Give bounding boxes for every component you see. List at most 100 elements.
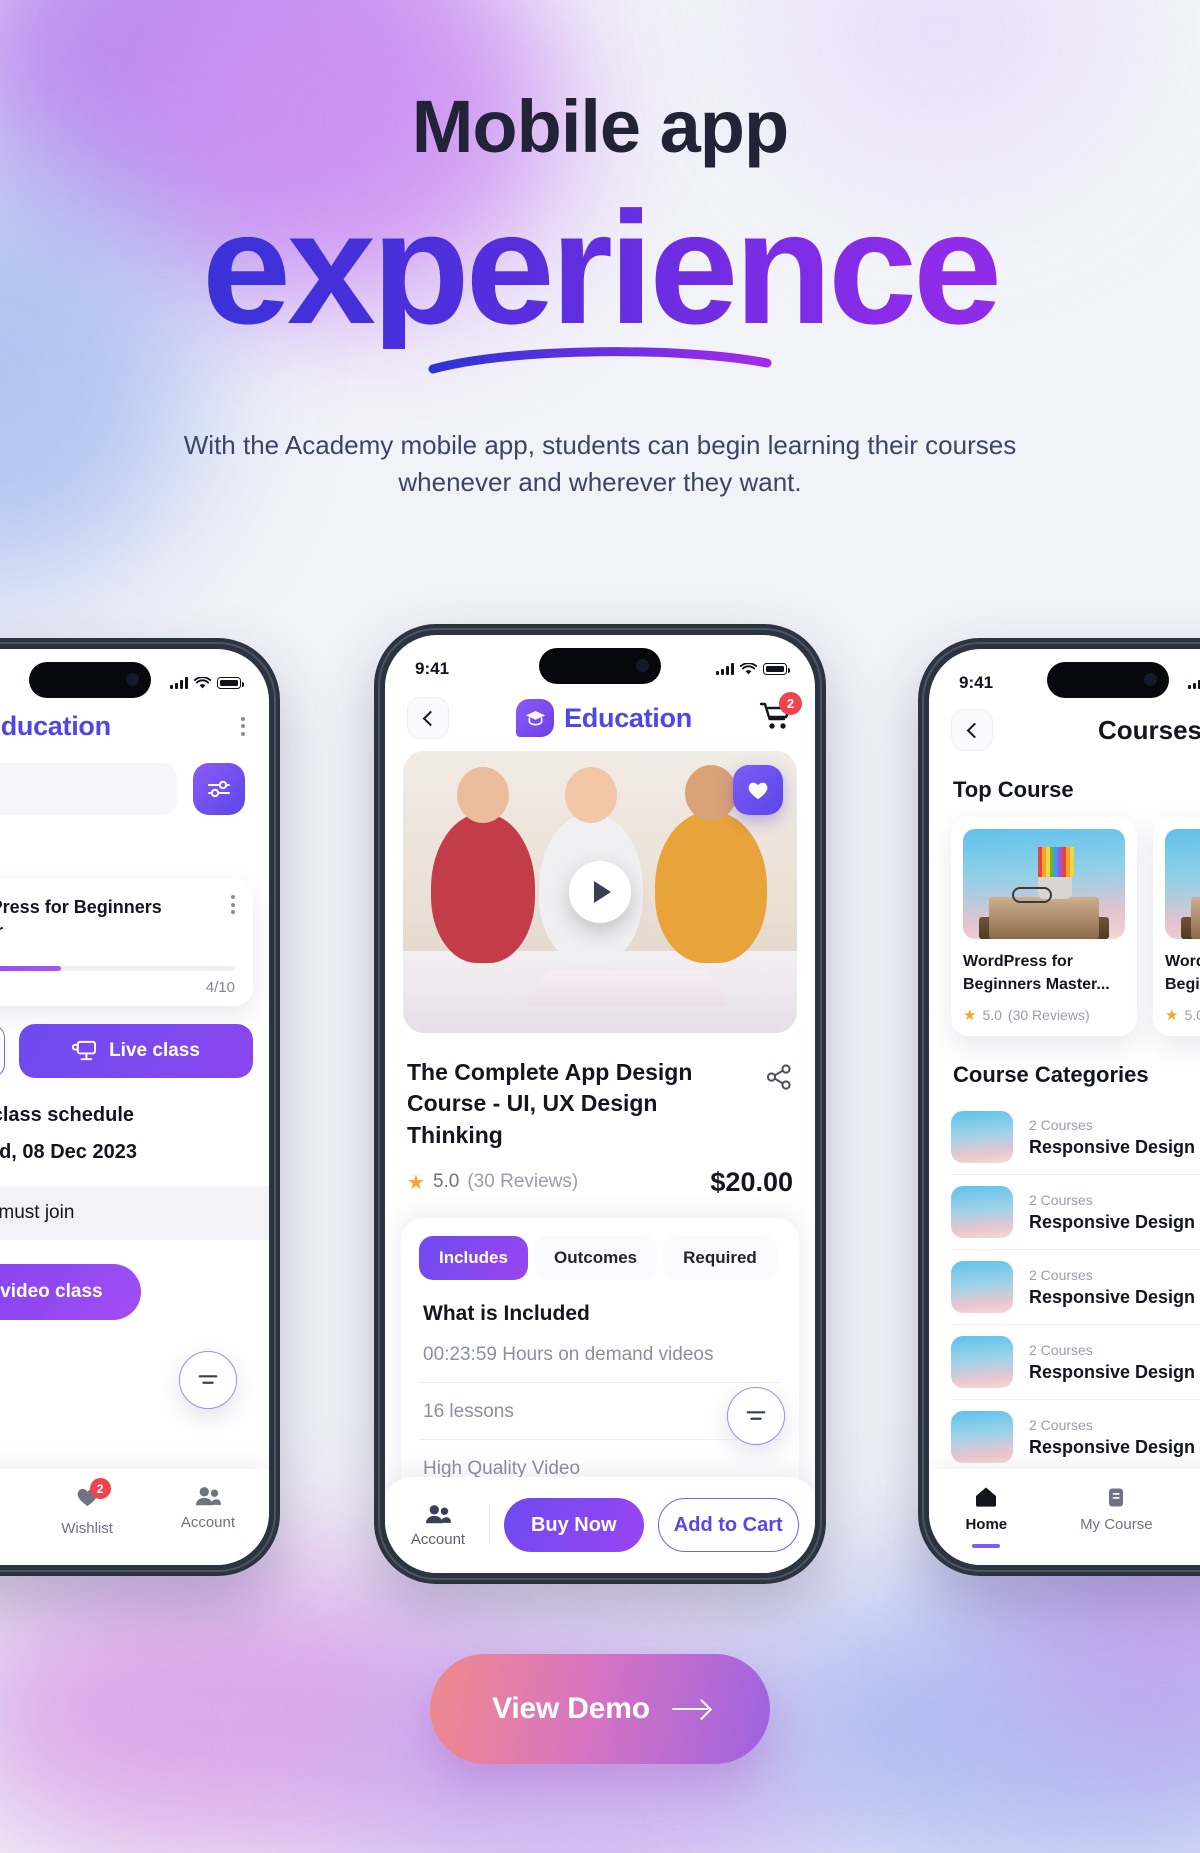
brand-name-center: Education xyxy=(564,702,692,733)
nav-label: Home xyxy=(965,1516,1008,1533)
left-app-header: Education xyxy=(0,703,269,745)
more-vertical-icon[interactable] xyxy=(231,895,235,944)
sliders-icon[interactable] xyxy=(193,763,245,815)
course-meta-row: ★ 5.0 (30 Reviews) $20.00 xyxy=(385,1151,815,1198)
page-title: Courses xyxy=(1097,714,1200,745)
course-rating: ★ 5.0 (30 Reviews) xyxy=(407,1170,578,1195)
course-price: $20.00 xyxy=(710,1166,793,1197)
brand-logo-left: Education xyxy=(0,707,111,745)
progress-bar xyxy=(0,965,235,971)
battery-icon xyxy=(217,677,244,689)
live-class-label: Live class xyxy=(109,1039,200,1061)
sidebar-item-my-course[interactable]: My Course xyxy=(1080,1485,1153,1533)
dynamic-island xyxy=(1047,662,1169,698)
signal-bars-icon xyxy=(716,663,734,675)
add-to-cart-button[interactable]: Add to Cart xyxy=(657,1498,799,1552)
phone-left-screen: 9:41 Education xyxy=(0,649,269,1565)
phone-mockups: 9:41 Education xyxy=(0,624,1200,1584)
tab-outcomes[interactable]: Outcomes xyxy=(533,1235,658,1280)
list-item[interactable]: 2 Courses Responsive Design xyxy=(951,1175,1200,1251)
hero-title-line1: Mobile app xyxy=(411,85,789,168)
search-input[interactable] xyxy=(0,763,177,815)
course-card-title: WordPress for Beginners Master... xyxy=(963,953,1110,993)
panel-title: What is Included xyxy=(423,1301,590,1325)
tab-includes[interactable]: Includes xyxy=(419,1235,528,1280)
progress-label: 4/10 xyxy=(205,978,235,996)
course-thumbnail xyxy=(963,829,1125,939)
chevron-left-icon xyxy=(422,710,438,726)
cart-button[interactable]: 2 xyxy=(759,691,802,736)
top-course-list: WordPress for Beginners Master... ★ 5.0 … xyxy=(929,803,1200,1037)
live-class-button[interactable]: Live class xyxy=(19,1023,253,1078)
phone-right-screen: 9:41 Courses Top Course WordPress for Be… xyxy=(929,649,1200,1565)
sidebar-item-wishlist[interactable]: 2 Wishlist xyxy=(61,1478,113,1537)
brand-name-left: Education xyxy=(0,710,111,741)
play-icon[interactable] xyxy=(569,861,631,923)
list-item[interactable]: 2 Courses Responsive Design xyxy=(951,1250,1200,1326)
course-card[interactable]: WordPress for Beginners Master... ★ 5.0 … xyxy=(1153,817,1200,1037)
reviews-count: (30 Reviews) xyxy=(467,1171,579,1193)
reviews-count: (30 Reviews) xyxy=(1007,1007,1090,1024)
status-time: 9:41 xyxy=(415,659,450,678)
users-icon xyxy=(195,1487,221,1506)
person-1 xyxy=(431,767,535,963)
signal-bars-icon xyxy=(170,677,188,689)
list-item[interactable]: 2 Courses Responsive Design xyxy=(951,1325,1200,1401)
sidebar-item-account[interactable]: Account xyxy=(181,1485,235,1531)
star-icon: ★ xyxy=(963,1007,977,1025)
category-count: 2 Courses xyxy=(1029,1266,1093,1283)
hero-title-line2: experience xyxy=(0,186,1200,349)
view-demo-button[interactable]: View Demo xyxy=(430,1654,770,1764)
top-course-title: Top Course xyxy=(953,777,1074,802)
category-thumbnail xyxy=(951,1411,1013,1464)
left-course-card[interactable]: WordPress for Beginners Master 4/10 xyxy=(0,879,253,1006)
more-vertical-icon[interactable] xyxy=(241,716,245,736)
nav-label: Wishlist xyxy=(61,1520,113,1537)
users-icon xyxy=(425,1504,451,1523)
phone-left: 9:41 Education xyxy=(0,638,280,1576)
category-thumbnail xyxy=(951,1336,1013,1389)
center-bottom-bar: Account Buy Now Add to Cart xyxy=(385,1477,815,1573)
account-button[interactable]: Account xyxy=(401,1503,475,1548)
course-tabs: Includes Outcomes Required xyxy=(419,1235,781,1280)
course-card-rating: ★ 5.0 (30 Reviews) xyxy=(963,1006,1125,1024)
left-search-row xyxy=(0,745,269,815)
course-hero-media[interactable] xyxy=(403,751,797,1033)
dynamic-island xyxy=(539,648,661,684)
rating-value: 5.0 xyxy=(1184,1007,1200,1024)
course-card[interactable]: WordPress for Beginners Master... ★ 5.0 … xyxy=(951,817,1137,1037)
buy-now-button[interactable]: Buy Now xyxy=(504,1498,644,1552)
secondary-button[interactable] xyxy=(0,1023,5,1078)
course-card-title: WordPress for Beginners Master... xyxy=(1165,953,1200,993)
filter-icon[interactable] xyxy=(179,1351,237,1409)
course-card-rating: ★ 5.0 (30 Reviews) xyxy=(1165,1006,1200,1024)
tab-required[interactable]: Required xyxy=(663,1235,777,1280)
schedule-time: M - Wed, 08 Dec 2023 xyxy=(0,1140,137,1163)
category-name: Responsive Design xyxy=(1029,1286,1196,1307)
join-live-video-class-button[interactable]: oin live video class xyxy=(0,1263,141,1320)
category-count: 2 Courses xyxy=(1029,1341,1093,1358)
wifi-icon xyxy=(740,662,757,674)
course-title: The Complete App Design Course - UI, UX … xyxy=(407,1059,693,1148)
share-icon[interactable] xyxy=(765,1063,793,1091)
brand-logo-center: Education xyxy=(516,699,692,737)
heart-icon[interactable] xyxy=(733,765,783,815)
sidebar-item-home[interactable]: Home xyxy=(965,1485,1007,1548)
panel-item: 00:23:59 Hours on demand videos xyxy=(419,1326,781,1383)
category-thumbnail xyxy=(951,1261,1013,1314)
schedule-title: n live class schedule xyxy=(0,1103,134,1126)
filter-icon[interactable] xyxy=(727,1387,785,1445)
category-name: Responsive Design xyxy=(1029,1436,1196,1457)
list-item[interactable]: 2 Courses Responsive Design xyxy=(951,1100,1200,1176)
back-button[interactable] xyxy=(951,709,993,751)
back-button[interactable] xyxy=(407,697,449,739)
left-section-title: e xyxy=(0,815,269,865)
active-indicator xyxy=(972,1544,1001,1548)
list-item[interactable]: 2 Courses Responsive Design xyxy=(951,1400,1200,1474)
course-detail-panel: Includes Outcomes Required What is Inclu… xyxy=(401,1217,799,1496)
category-name: Responsive Design xyxy=(1029,1136,1196,1157)
hero-subtitle: With the Academy mobile app, students ca… xyxy=(183,430,1017,498)
chevron-left-icon xyxy=(966,722,982,738)
cart-badge: 2 xyxy=(779,691,802,715)
category-thumbnail xyxy=(951,1186,1013,1239)
